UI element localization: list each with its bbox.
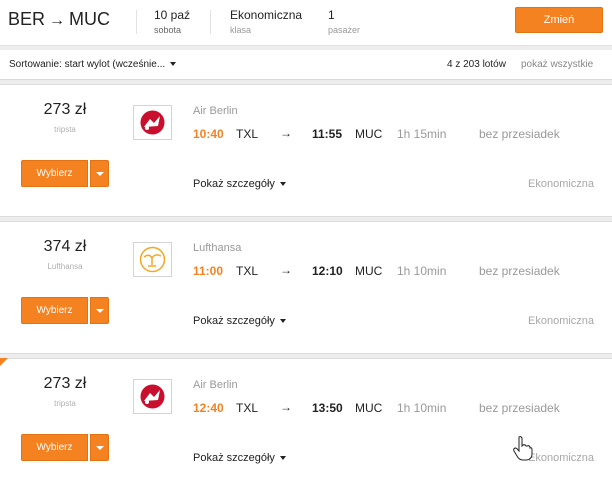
arrow-right-icon: → — [280, 263, 292, 277]
select-options-button[interactable] — [90, 160, 109, 187]
airline-name: Air Berlin — [193, 379, 238, 391]
departure-time: 11:00 — [193, 264, 224, 278]
chevron-down-icon — [96, 309, 104, 313]
departure-airport: TXL — [236, 401, 259, 415]
provider-name: tripsta — [54, 399, 76, 408]
select-options-button[interactable] — [90, 434, 109, 461]
price: 273 zł — [43, 375, 87, 392]
departure-time: 10:40 — [193, 127, 224, 141]
passengers-value: 1 — [328, 8, 335, 22]
chevron-down-icon — [279, 456, 286, 461]
header-divider — [210, 10, 211, 34]
flight-result-card: 374 zł Lufthansa Wybierz Lufthansa 11:00… — [0, 221, 612, 354]
chevron-down-icon — [96, 172, 104, 176]
date-value: 10 paź — [154, 8, 191, 22]
flight-result-card: 273 zł tripsta Wybierz Air Berlin 12:40 … — [0, 358, 612, 487]
show-details-link[interactable]: Pokaż szczegóły — [193, 315, 286, 327]
arrival-time: 13:50 — [312, 401, 343, 415]
stops-info: bez przesiadek — [479, 264, 560, 278]
select-flight-button[interactable]: Wybierz — [21, 160, 88, 187]
class-value: Ekonomiczna — [230, 8, 303, 22]
flight-duration: 1h 10min — [397, 264, 447, 278]
sort-bar: Sortowanie: start wylot (wcześnie... 4 z… — [0, 50, 612, 80]
air-berlin-logo-icon — [140, 110, 165, 135]
provider-name: Lufthansa — [47, 262, 83, 271]
show-details-label: Pokaż szczegóły — [193, 178, 275, 190]
cabin-class: Ekonomiczna — [528, 315, 595, 327]
arrival-time: 12:10 — [312, 264, 343, 278]
destination-code: MUC — [69, 9, 111, 29]
chevron-down-icon — [279, 319, 286, 324]
provider-name: tripsta — [54, 125, 76, 134]
flight-result-card: 273 zł tripsta Wybierz Air Berlin 10:40 … — [0, 84, 612, 217]
hand-pointer-cursor-icon — [513, 436, 533, 461]
price: 273 zł — [43, 101, 87, 118]
route-summary: BER → MUC — [8, 9, 110, 30]
stops-info: bez przesiadek — [479, 401, 560, 415]
class-summary: Ekonomiczna klasa — [230, 8, 302, 35]
passengers-caption: pasażer — [328, 25, 361, 35]
price: 374 zł — [43, 238, 87, 255]
origin-code: BER — [8, 9, 46, 29]
arrival-airport: MUC — [355, 401, 383, 415]
chevron-down-icon — [96, 446, 104, 450]
airline-logo — [133, 242, 172, 277]
flight-duration: 1h 10min — [397, 401, 447, 415]
show-details-link[interactable]: Pokaż szczegóły — [193, 452, 286, 464]
chevron-down-icon — [279, 182, 286, 187]
arrival-time: 11:55 — [312, 127, 343, 141]
show-all-link[interactable]: pokaż wszystkie — [521, 59, 593, 70]
air-berlin-logo-icon — [140, 384, 165, 409]
header-divider — [136, 10, 137, 34]
airline-name: Air Berlin — [193, 105, 238, 117]
airline-name: Lufthansa — [193, 242, 242, 254]
change-search-button[interactable]: Zmień — [515, 7, 603, 33]
arrow-right-icon: → — [280, 126, 292, 140]
arrow-right-icon: → — [280, 400, 292, 414]
select-flight-button[interactable]: Wybierz — [21, 297, 88, 324]
departure-time: 12:40 — [193, 401, 224, 415]
select-flight-button[interactable]: Wybierz — [21, 434, 88, 461]
departure-airport: TXL — [236, 264, 259, 278]
route-arrow-icon: → — [49, 12, 66, 29]
results-count: 4 z 203 lotów — [447, 59, 506, 70]
date-weekday: sobota — [154, 25, 182, 35]
date-summary: 10 paź sobota — [154, 8, 190, 35]
arrival-airport: MUC — [355, 264, 383, 278]
show-details-label: Pokaż szczegóły — [193, 452, 275, 464]
chevron-down-icon — [170, 62, 177, 67]
cabin-class: Ekonomiczna — [528, 178, 595, 190]
search-summary-header: BER → MUC 10 paź sobota Ekonomiczna klasa … — [0, 0, 612, 46]
stops-info: bez przesiadek — [479, 127, 560, 141]
lufthansa-crane-logo-icon — [139, 246, 166, 273]
airline-logo — [133, 105, 172, 140]
departure-airport: TXL — [236, 127, 259, 141]
show-details-link[interactable]: Pokaż szczegóły — [193, 178, 286, 190]
sort-dropdown[interactable]: Sortowanie: start wylot (wcześnie... — [9, 59, 177, 70]
sort-dropdown-label: Sortowanie: start wylot (wcześnie... — [9, 59, 166, 70]
passengers-summary: 1 pasażer — [328, 8, 360, 35]
show-details-label: Pokaż szczegóły — [193, 315, 275, 327]
class-caption: klasa — [230, 25, 252, 35]
flight-duration: 1h 15min — [397, 127, 447, 141]
flight-results-list: 273 zł tripsta Wybierz Air Berlin 10:40 … — [0, 84, 612, 487]
select-options-button[interactable] — [90, 297, 109, 324]
arrival-airport: MUC — [355, 127, 383, 141]
airline-logo — [133, 379, 172, 414]
cabin-class: Ekonomiczna — [528, 452, 595, 464]
